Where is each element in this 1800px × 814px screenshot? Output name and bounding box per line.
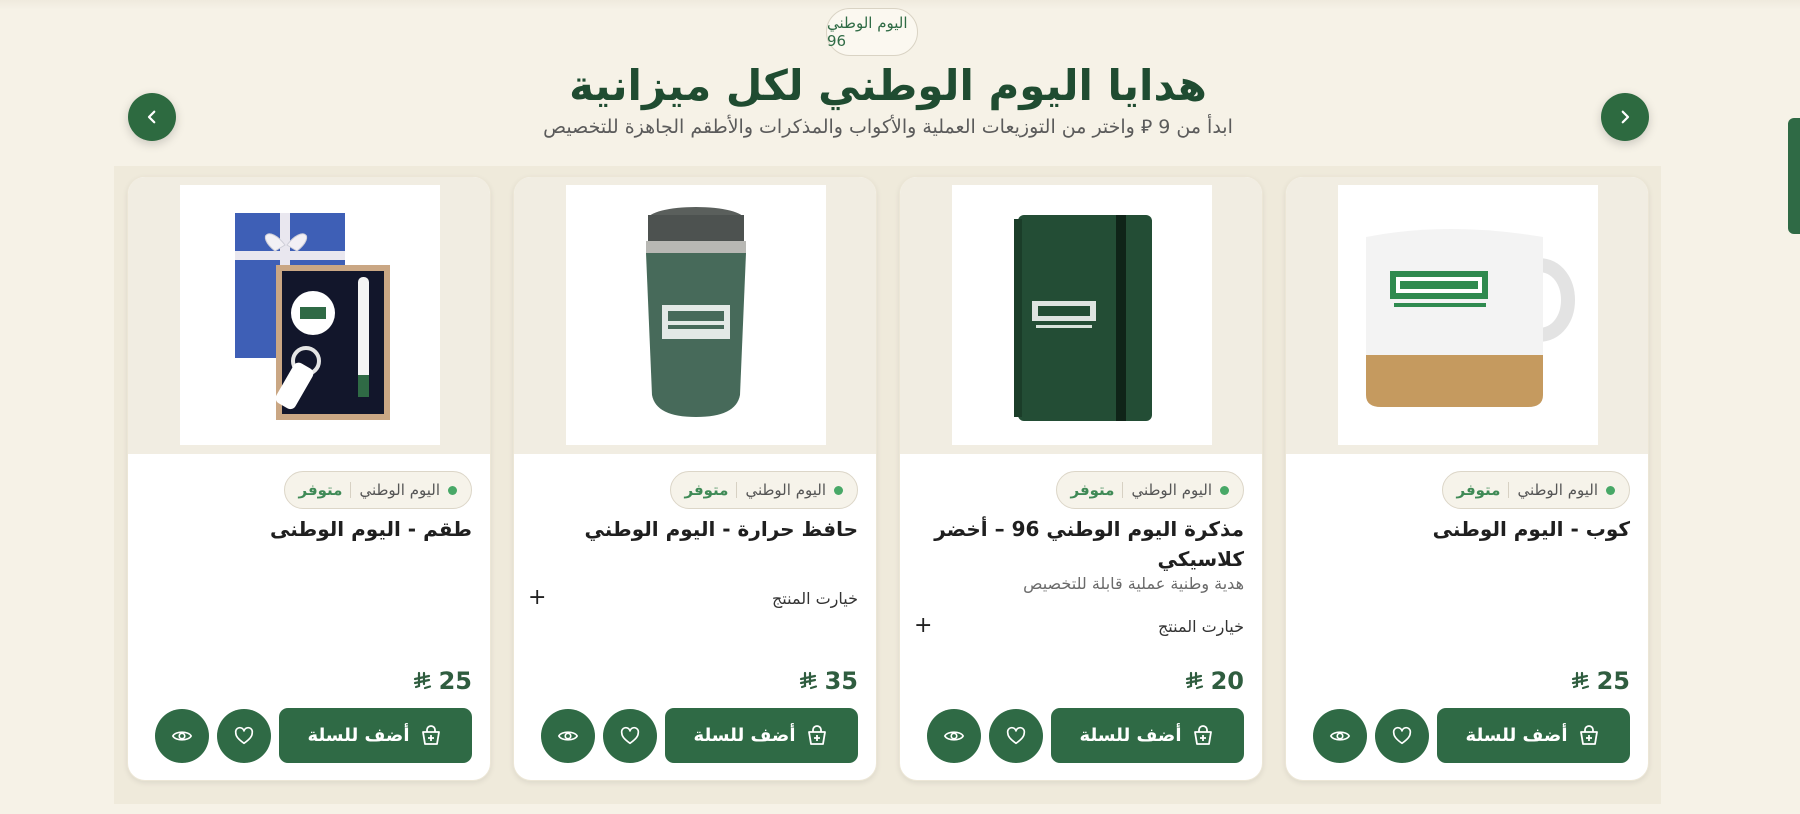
product-card[interactable]: اليوم الوطني متوفر طقم - اليوم الوطنى 25… [127, 176, 491, 781]
availability-dot-icon [1220, 485, 1229, 495]
add-to-cart-label: أضف للسلة [1465, 725, 1568, 746]
product-category[interactable]: اليوم الوطني [1131, 481, 1212, 499]
product-price: 25 [1571, 667, 1630, 695]
product-name[interactable]: حافظ حرارة - اليوم الوطني [528, 514, 859, 544]
product-price: 35 [799, 667, 858, 695]
add-to-cart-button[interactable]: أضف للسلة [1051, 708, 1244, 763]
product-meta-pill: اليوم الوطني متوفر [1055, 471, 1244, 509]
quick-view-button[interactable] [541, 709, 595, 763]
cart-add-icon [808, 724, 827, 745]
section-title: هدايا اليوم الوطني لكل ميزانية [569, 61, 1207, 110]
wishlist-button[interactable] [603, 709, 657, 763]
quick-view-button[interactable] [1313, 709, 1367, 763]
section-badge: اليوم الوطني 96 [826, 8, 918, 56]
cart-add-icon [422, 724, 441, 745]
quick-view-button[interactable] [155, 709, 209, 763]
product-description: هدية وطنية عملية قابلة للتخصيص [1023, 574, 1244, 593]
section-badge-label: اليوم الوطني 96 [827, 14, 908, 50]
availability-dot-icon [448, 485, 457, 495]
add-to-cart-button[interactable]: أضف للسلة [279, 708, 472, 763]
heart-icon [1392, 726, 1412, 745]
product-options-label: خيارت المنتج [771, 588, 858, 608]
product-meta-pill: اليوم الوطني متوفر [669, 471, 858, 509]
price-value: 25 [438, 667, 472, 695]
price-value: 20 [1210, 667, 1244, 695]
product-card[interactable]: اليوم الوطني متوفر مذكرة اليوم الوطني 96… [899, 176, 1263, 781]
product-card[interactable]: اليوم الوطني متوفر كوب - اليوم الوطنى 25… [1285, 176, 1649, 781]
meta-divider [736, 482, 738, 498]
product-image[interactable] [952, 185, 1212, 445]
chevron-left-icon [147, 110, 156, 124]
product-name[interactable]: طقم - اليوم الوطنى [142, 514, 472, 544]
cart-add-icon [1580, 724, 1599, 745]
add-to-cart-label: أضف للسلة [307, 725, 410, 746]
stock-status: متوفر [1070, 481, 1115, 499]
page-scrollbar-thumb[interactable] [1788, 118, 1800, 234]
heart-icon [234, 726, 254, 745]
availability-dot-icon [834, 485, 843, 495]
add-to-cart-label: أضف للسلة [1079, 725, 1182, 746]
product-image-area [128, 177, 490, 454]
quick-view-button[interactable] [927, 709, 981, 763]
add-to-cart-label: أضف للسلة [693, 725, 796, 746]
heart-icon [620, 726, 640, 745]
carousel-next-button[interactable] [1601, 93, 1649, 141]
product-options-label: خيارت المنتج [1157, 616, 1244, 636]
riyal-currency-icon [1185, 671, 1205, 691]
product-options-toggle[interactable]: خيارت المنتج + [528, 585, 858, 610]
eye-icon [557, 731, 579, 741]
notebook-illustration [952, 185, 1212, 445]
plus-icon: + [914, 613, 933, 638]
product-image[interactable] [180, 185, 440, 445]
riyal-currency-icon [799, 671, 819, 691]
product-name[interactable]: كوب - اليوم الوطنى [1300, 514, 1630, 544]
add-to-cart-button[interactable]: أضف للسلة [665, 708, 858, 763]
meta-divider [1508, 482, 1510, 498]
product-name[interactable]: مذكرة اليوم الوطني 96 – أخضر كلاسيكي [914, 514, 1244, 574]
meta-divider [350, 482, 352, 498]
product-image[interactable] [566, 185, 826, 445]
eye-icon [943, 731, 965, 741]
product-image-area [900, 177, 1262, 454]
carousel-prev-button[interactable] [128, 93, 176, 141]
product-category[interactable]: اليوم الوطني [1517, 481, 1598, 499]
wishlist-button[interactable] [217, 709, 271, 763]
tumbler-illustration [566, 185, 826, 445]
heart-icon [1006, 726, 1026, 745]
wishlist-button[interactable] [1375, 709, 1429, 763]
wishlist-button[interactable] [989, 709, 1043, 763]
price-value: 25 [1596, 667, 1630, 695]
product-price: 20 [1185, 667, 1244, 695]
section-subtitle: ابدأ من 9 ⃁ واختر من التوزيعات العملية و… [543, 116, 1233, 138]
product-image-area [514, 177, 876, 454]
cart-add-icon [1194, 724, 1213, 745]
stock-status: متوفر [298, 481, 343, 499]
meta-divider [1122, 482, 1124, 498]
add-to-cart-button[interactable]: أضف للسلة [1437, 708, 1630, 763]
chevron-right-icon [1621, 110, 1630, 124]
product-image[interactable] [1338, 185, 1598, 445]
mug-illustration [1338, 185, 1598, 445]
product-price: 25 [413, 667, 472, 695]
stock-status: متوفر [1456, 481, 1501, 499]
product-options-toggle[interactable]: خيارت المنتج + [914, 613, 1244, 638]
product-image-area [1286, 177, 1648, 454]
riyal-currency-icon [1571, 671, 1591, 691]
product-card[interactable]: اليوم الوطني متوفر حافظ حرارة - اليوم ال… [513, 176, 877, 781]
plus-icon: + [528, 585, 547, 610]
product-category[interactable]: اليوم الوطني [745, 481, 826, 499]
riyal-currency-icon [413, 671, 433, 691]
product-category[interactable]: اليوم الوطني [359, 481, 440, 499]
availability-dot-icon [1606, 485, 1615, 495]
eye-icon [171, 731, 193, 741]
price-value: 35 [824, 667, 858, 695]
product-meta-pill: اليوم الوطني متوفر [1441, 471, 1630, 509]
stock-status: متوفر [684, 481, 729, 499]
product-meta-pill: اليوم الوطني متوفر [283, 471, 472, 509]
gift-set-illustration [180, 185, 440, 445]
eye-icon [1329, 731, 1351, 741]
